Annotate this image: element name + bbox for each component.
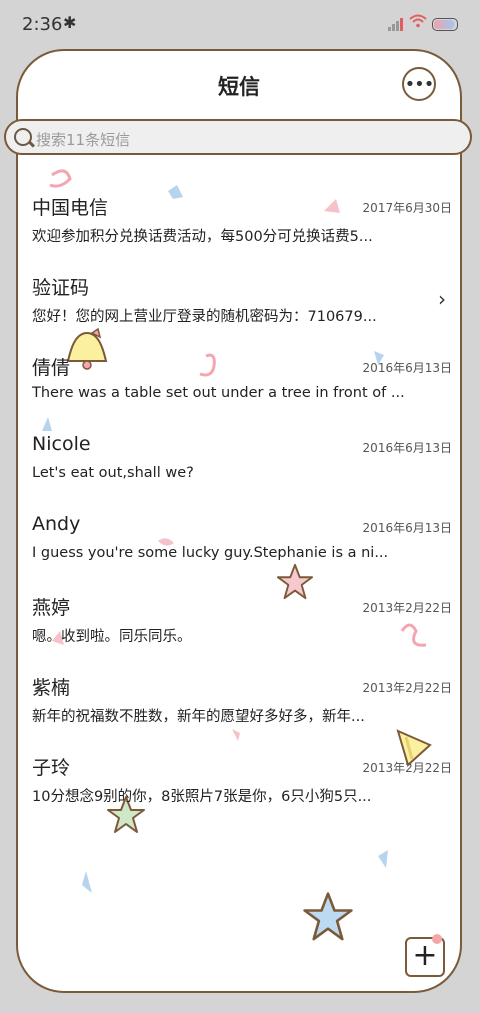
message-date: 2013年2月22日	[362, 601, 452, 615]
battery-icon	[432, 18, 458, 31]
search-input[interactable]: 搜索11条短信	[36, 129, 130, 150]
message-preview: 欢迎参加积分兑换话费活动，每500分可兑换话费5...	[32, 229, 373, 245]
message-preview: 10分想念9别的你，8张照片7张是你，6只小狗5只...	[32, 789, 372, 805]
search-icon	[14, 128, 32, 146]
signal-icon	[388, 17, 406, 31]
message-date: 2016年6月13日	[362, 361, 452, 375]
list-item[interactable]: 燕婷 2013年2月22日 嗯。收到啦。同乐同乐。	[32, 587, 452, 667]
list-item[interactable]: Andy 2016年6月13日 I guess you're some luck…	[32, 507, 452, 587]
message-preview: Let's eat out,shall we?	[32, 465, 194, 481]
search-bar[interactable]: 搜索11条短信	[4, 119, 472, 155]
wifi-icon	[409, 14, 427, 28]
contact-name: 验证码	[32, 277, 90, 299]
message-preview: There was a table set out under a tree i…	[32, 385, 405, 401]
message-preview: 嗯。收到啦。同乐同乐。	[32, 629, 192, 645]
list-item[interactable]: Nicole 2016年6月13日 Let's eat out,shall we…	[32, 427, 452, 507]
bluetooth-icon: ✱	[63, 13, 77, 32]
contact-name: Andy	[32, 513, 81, 535]
contact-name: 中国电信	[32, 197, 109, 219]
list-item[interactable]: 验证码 › 您好！您的网上营业厅登录的随机密码为：710679...	[32, 267, 452, 347]
decorative-flower	[432, 934, 442, 944]
list-item[interactable]: 紫楠 2013年2月22日 新年的祝福数不胜数，新年的愿望好多好多，新年...	[32, 667, 452, 747]
message-date: 2016年6月13日	[362, 441, 452, 455]
contact-name: 子玲	[32, 757, 71, 779]
contact-name: 倩倩	[32, 357, 71, 379]
contact-name: Nicole	[32, 433, 91, 455]
list-item[interactable]: 子玲 2013年2月22日 10分想念9别的你，8张照片7张是你，6只小狗5只.…	[32, 747, 452, 827]
message-preview: 您好！您的网上营业厅登录的随机密码为：710679...	[32, 309, 377, 325]
message-preview: I guess you're some lucky guy.Stephanie …	[32, 545, 389, 561]
message-date: 2017年6月30日	[362, 201, 452, 215]
message-date: 2013年2月22日	[362, 761, 452, 775]
list-item[interactable]: 倩倩 2016年6月13日 There was a table set out …	[32, 347, 452, 427]
decorative-star	[303, 892, 353, 941]
status-bar: 2:36 ✱	[0, 0, 480, 50]
message-date: 2016年6月13日	[362, 521, 452, 535]
more-icon: •••	[404, 73, 435, 95]
list-item[interactable]: 中国电信 2017年6月30日 欢迎参加积分兑换话费活动，每500分可兑换话费5…	[32, 187, 452, 267]
more-options-button[interactable]: •••	[402, 67, 436, 101]
message-preview: 新年的祝福数不胜数，新年的愿望好多好多，新年...	[32, 709, 365, 725]
page-title: 短信	[218, 75, 260, 99]
message-date: 2013年2月22日	[362, 681, 452, 695]
contact-name: 燕婷	[32, 597, 71, 619]
contact-name: 紫楠	[32, 677, 71, 699]
status-time: 2:36	[22, 14, 63, 35]
chevron-right-icon: ›	[438, 287, 446, 311]
